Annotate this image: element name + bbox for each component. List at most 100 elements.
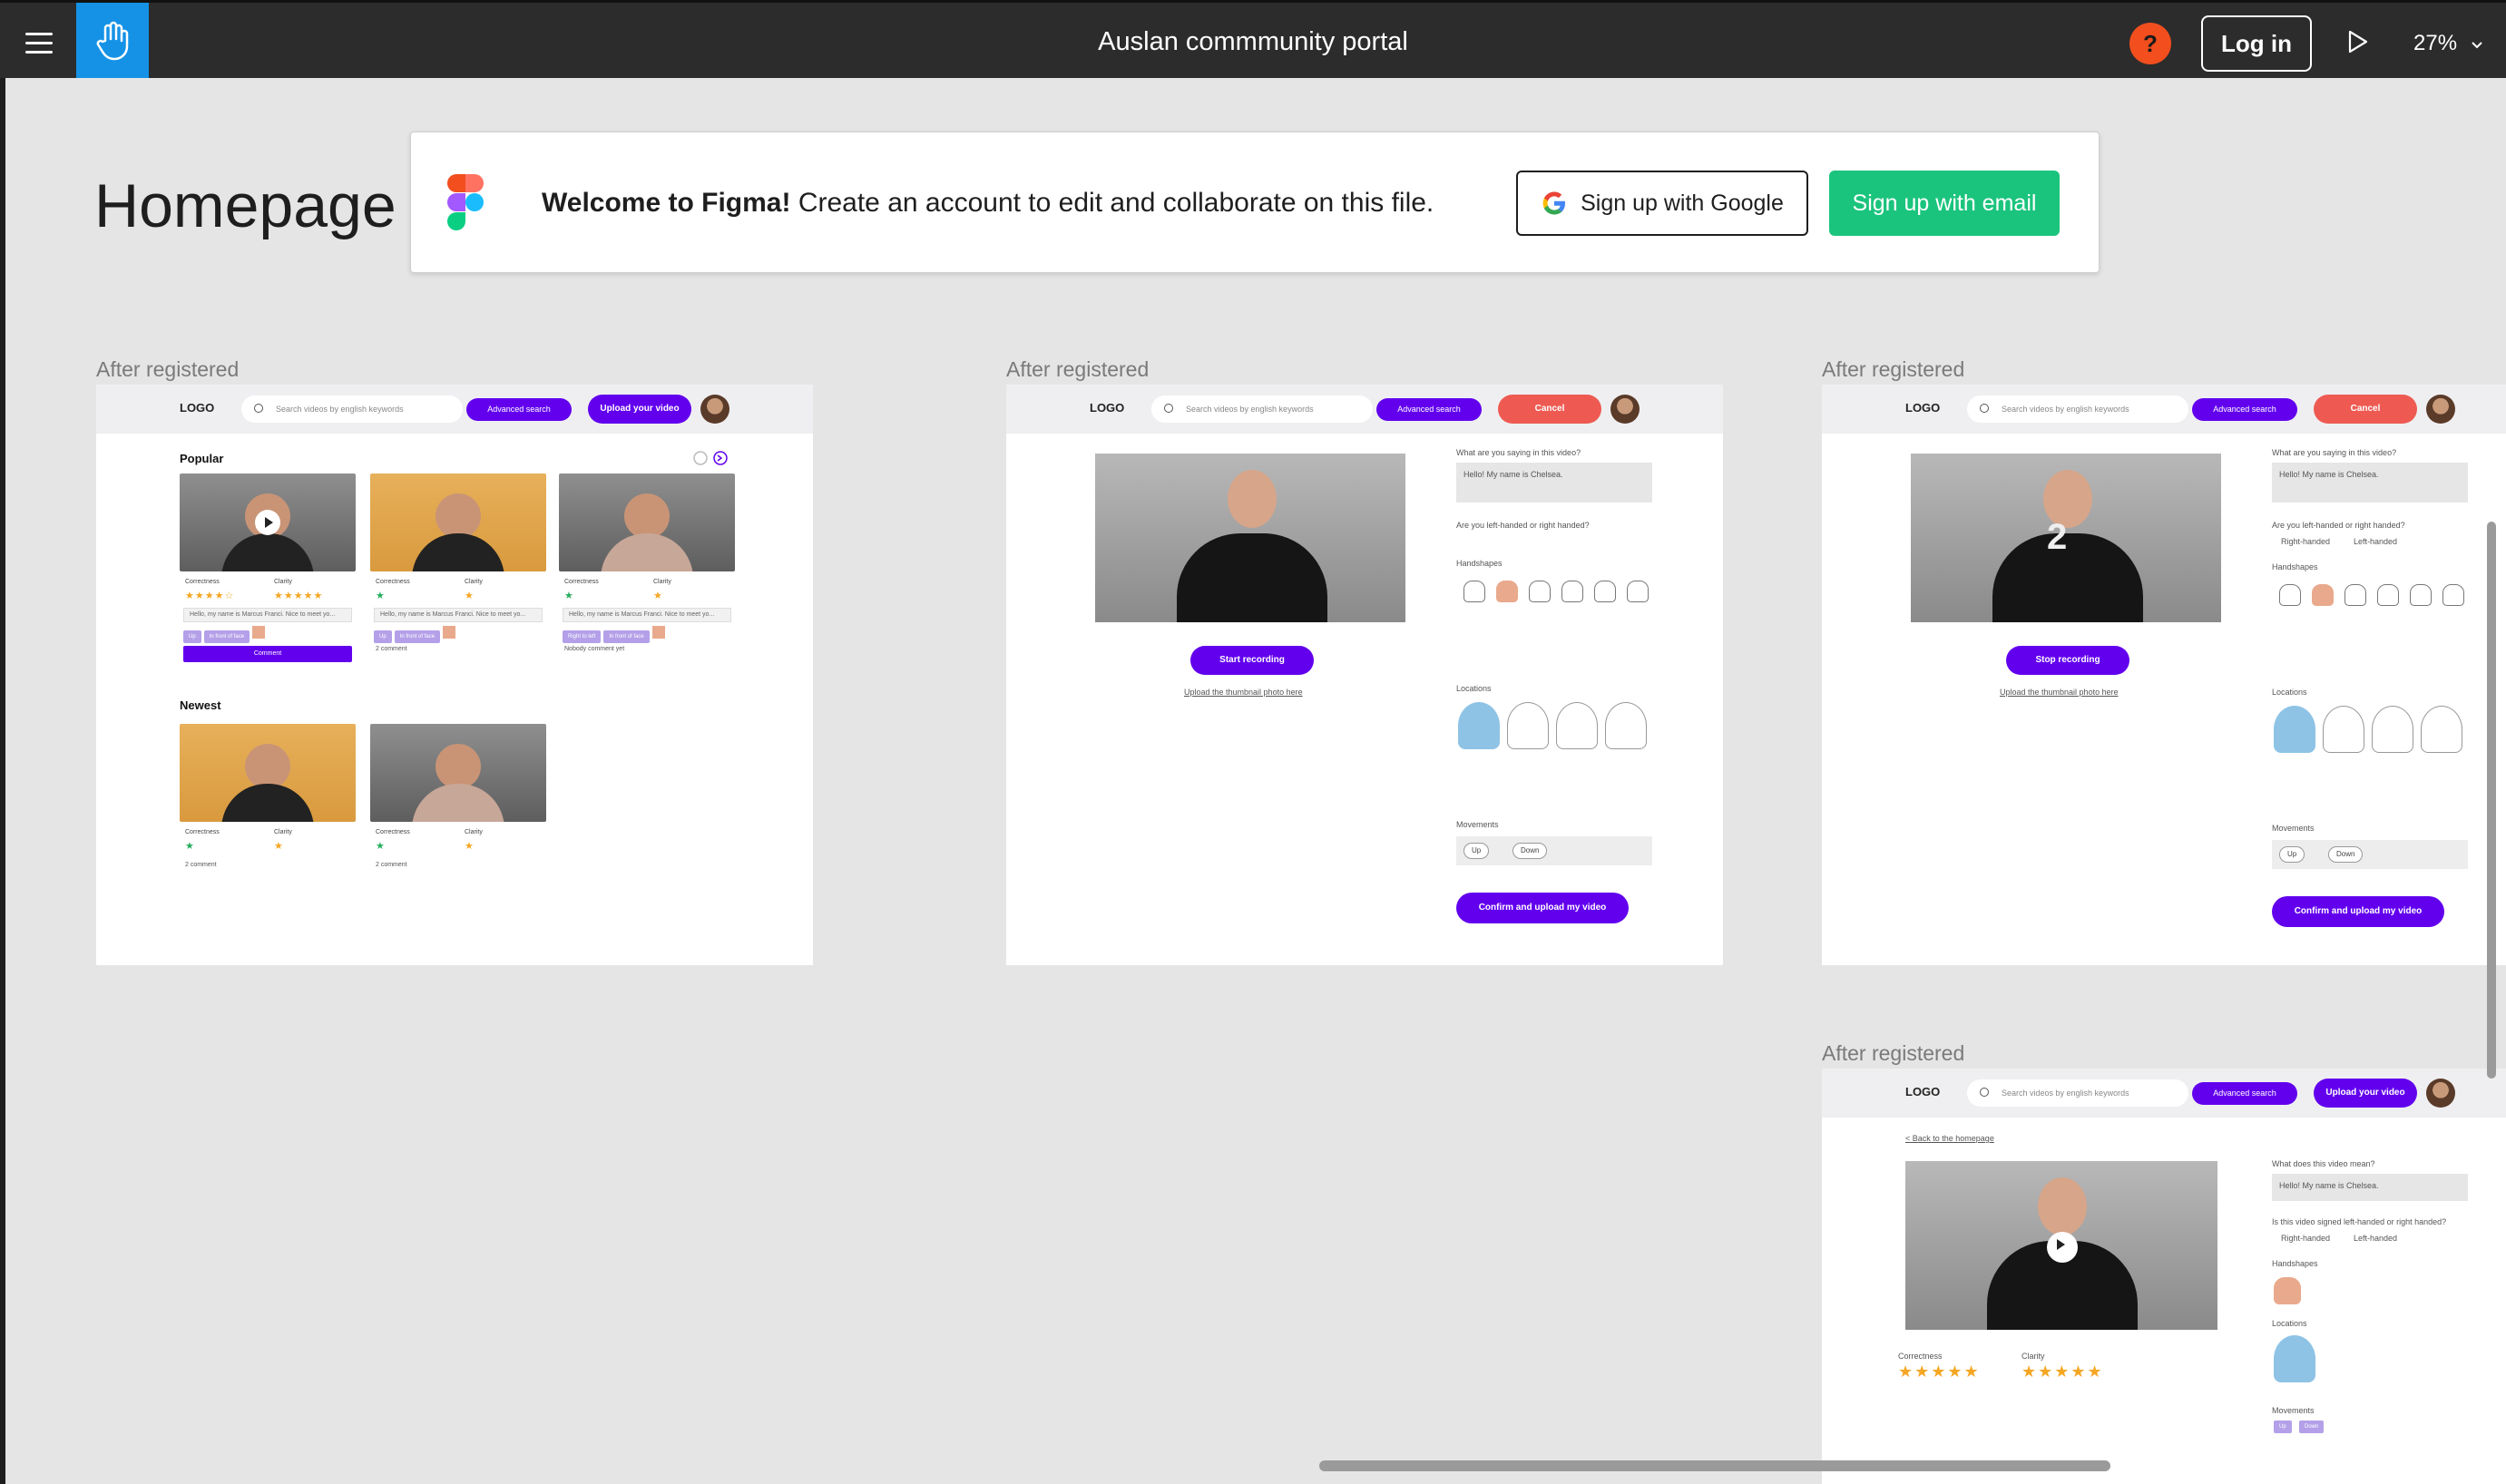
correctness-stars[interactable]: ★★★★★ bbox=[1898, 1362, 1981, 1381]
back-to-homepage-link[interactable]: < Back to the homepage bbox=[1905, 1134, 1994, 1143]
location-option[interactable] bbox=[1605, 702, 1647, 749]
saying-input[interactable]: Hello! My name is Chelsea. bbox=[2272, 463, 2468, 503]
advanced-search-button[interactable]: Advanced search bbox=[2192, 1082, 2297, 1105]
signup-email-button[interactable]: Sign up with email bbox=[1829, 171, 2060, 236]
clarity-stars[interactable]: ★★★★★ bbox=[2021, 1362, 2104, 1381]
horizontal-scrollbar[interactable] bbox=[1319, 1460, 2110, 1471]
upload-video-button[interactable]: Upload your video bbox=[2314, 1079, 2417, 1108]
avatar[interactable] bbox=[2426, 1079, 2455, 1108]
movements-select[interactable]: Up Down bbox=[2272, 840, 2468, 869]
help-button[interactable]: ? bbox=[2129, 23, 2171, 64]
avatar[interactable] bbox=[1610, 395, 1640, 424]
search-input[interactable]: Search videos by english keywords bbox=[1967, 1079, 2188, 1107]
play-icon[interactable] bbox=[255, 510, 280, 535]
play-icon[interactable] bbox=[2047, 1232, 2078, 1263]
frame-label-upload[interactable]: After registered bbox=[1006, 357, 1149, 382]
movement-chip[interactable]: Up bbox=[1463, 843, 1490, 859]
comment-input[interactable]: Hello, my name is Marcus Franci. Nice to… bbox=[563, 608, 731, 622]
comment-count[interactable]: 2 comment bbox=[376, 646, 541, 652]
movements-select[interactable]: Up Down bbox=[1456, 836, 1652, 865]
confirm-upload-button[interactable]: Confirm and upload my video bbox=[1456, 893, 1629, 923]
handshape-option[interactable] bbox=[1627, 581, 1649, 602]
saying-input[interactable]: Hello! My name is Chelsea. bbox=[1456, 463, 1652, 503]
location-option[interactable] bbox=[1507, 702, 1549, 749]
recording-preview[interactable]: 2 bbox=[1911, 454, 2221, 622]
carousel-arrows[interactable] bbox=[693, 450, 729, 466]
search-input[interactable]: Search videos by english keywords bbox=[1967, 395, 2188, 423]
cancel-button[interactable]: Cancel bbox=[1498, 395, 1601, 424]
handshape-option[interactable] bbox=[2410, 584, 2432, 606]
main-menu-button[interactable] bbox=[0, 5, 76, 78]
frame-label-home[interactable]: After registered bbox=[96, 357, 239, 382]
left-handed-radio[interactable]: Left-handed bbox=[2354, 1234, 2397, 1243]
upload-thumbnail-link[interactable]: Upload the thumbnail photo here bbox=[2000, 688, 2119, 697]
handshape-option[interactable] bbox=[2312, 584, 2334, 606]
upload-video-button[interactable]: Upload your video bbox=[588, 395, 691, 424]
location-option[interactable] bbox=[1458, 702, 1500, 749]
meaning-input[interactable]: Hello! My name is Chelsea. bbox=[2272, 1174, 2468, 1201]
comment-count[interactable]: 2 comment bbox=[376, 862, 541, 868]
frame-label-recording[interactable]: After registered bbox=[1822, 357, 1964, 382]
right-handed-radio[interactable]: Right-handed bbox=[2281, 1234, 2330, 1243]
cancel-button[interactable]: Cancel bbox=[2314, 395, 2417, 424]
movement-chip[interactable]: Down bbox=[2328, 846, 2364, 863]
frame-label-detail[interactable]: After registered bbox=[1822, 1041, 1964, 1066]
video-card[interactable]: Correctness Clarity ★ ★ 2 comment bbox=[180, 724, 356, 872]
video-card[interactable]: Correctness Clarity ★★★★☆ ★★★★★ Hello, my n… bbox=[180, 474, 356, 662]
comment-count[interactable]: 2 comment bbox=[185, 862, 350, 868]
vertical-scrollbar[interactable] bbox=[2487, 522, 2496, 1079]
handshape-option[interactable] bbox=[2377, 584, 2399, 606]
location-option[interactable] bbox=[2323, 706, 2364, 753]
confirm-upload-button[interactable]: Confirm and upload my video bbox=[2272, 896, 2444, 927]
location-option[interactable] bbox=[1556, 702, 1598, 749]
video-thumbnail[interactable] bbox=[559, 474, 735, 571]
frame-home[interactable]: LOGO Search videos by english keywords A… bbox=[96, 385, 813, 965]
frame-recording[interactable]: LOGO Search videos by english keywords A… bbox=[1822, 385, 2506, 965]
handshape-option[interactable] bbox=[2279, 584, 2301, 606]
handshape-option[interactable] bbox=[1463, 581, 1485, 602]
present-play-icon[interactable] bbox=[2344, 28, 2371, 55]
recording-preview[interactable] bbox=[1095, 454, 1405, 622]
video-thumbnail[interactable] bbox=[180, 724, 356, 822]
video-thumbnail[interactable] bbox=[370, 724, 546, 822]
handshape-option[interactable] bbox=[2344, 584, 2366, 606]
upload-thumbnail-link[interactable]: Upload the thumbnail photo here bbox=[1184, 688, 1303, 697]
right-handed-radio[interactable]: Right-handed bbox=[2281, 537, 2330, 546]
location-option[interactable] bbox=[2421, 706, 2462, 753]
handshape-option[interactable] bbox=[1561, 581, 1583, 602]
comment-input[interactable]: Hello, my name is Marcus Franci. Nice to… bbox=[183, 608, 352, 622]
movement-chip[interactable]: Up bbox=[2279, 846, 2305, 863]
handshape-option[interactable] bbox=[1496, 581, 1518, 602]
login-button[interactable]: Log in bbox=[2201, 15, 2312, 72]
handshape-option[interactable] bbox=[1529, 581, 1551, 602]
advanced-search-button[interactable]: Advanced search bbox=[2192, 398, 2297, 421]
signup-google-button[interactable]: Sign up with Google bbox=[1516, 171, 1808, 236]
movement-chip[interactable]: Down bbox=[1512, 843, 1548, 859]
advanced-search-button[interactable]: Advanced search bbox=[466, 398, 572, 421]
location-option[interactable] bbox=[2372, 706, 2413, 753]
zoom-dropdown[interactable]: 27% bbox=[2413, 23, 2483, 64]
search-input[interactable]: Search videos by english keywords bbox=[241, 395, 463, 423]
comment-button[interactable]: Comment bbox=[183, 646, 352, 662]
comment-input[interactable]: Hello, my name is Marcus Franci. Nice to… bbox=[374, 608, 543, 622]
handshape-option[interactable] bbox=[2442, 584, 2464, 606]
stop-recording-button[interactable]: Stop recording bbox=[2006, 646, 2129, 675]
advanced-search-button[interactable]: Advanced search bbox=[1376, 398, 1482, 421]
search-input[interactable]: Search videos by english keywords bbox=[1151, 395, 1373, 423]
video-card[interactable]: Correctness Clarity ★ ★ Hello, my name is M… bbox=[559, 474, 735, 656]
frame-video-detail[interactable]: LOGO Search videos by english keywords A… bbox=[1822, 1069, 2506, 1484]
location-option[interactable] bbox=[2274, 706, 2315, 753]
video-thumbnail[interactable] bbox=[370, 474, 546, 571]
logo: LOGO bbox=[1905, 401, 1941, 415]
video-player[interactable] bbox=[1905, 1161, 2217, 1330]
start-recording-button[interactable]: Start recording bbox=[1190, 646, 1314, 675]
hand-tool-button[interactable] bbox=[76, 3, 149, 78]
frame-upload[interactable]: LOGO Search videos by english keywords A… bbox=[1006, 385, 1723, 965]
avatar[interactable] bbox=[700, 395, 729, 424]
video-card[interactable]: Correctness Clarity ★ ★ Hello, my name is M… bbox=[370, 474, 546, 656]
video-thumbnail[interactable] bbox=[180, 474, 356, 571]
left-handed-radio[interactable]: Left-handed bbox=[2354, 537, 2397, 546]
video-card[interactable]: Correctness Clarity ★ ★ 2 comment bbox=[370, 724, 546, 872]
avatar[interactable] bbox=[2426, 395, 2455, 424]
handshape-option[interactable] bbox=[1594, 581, 1616, 602]
